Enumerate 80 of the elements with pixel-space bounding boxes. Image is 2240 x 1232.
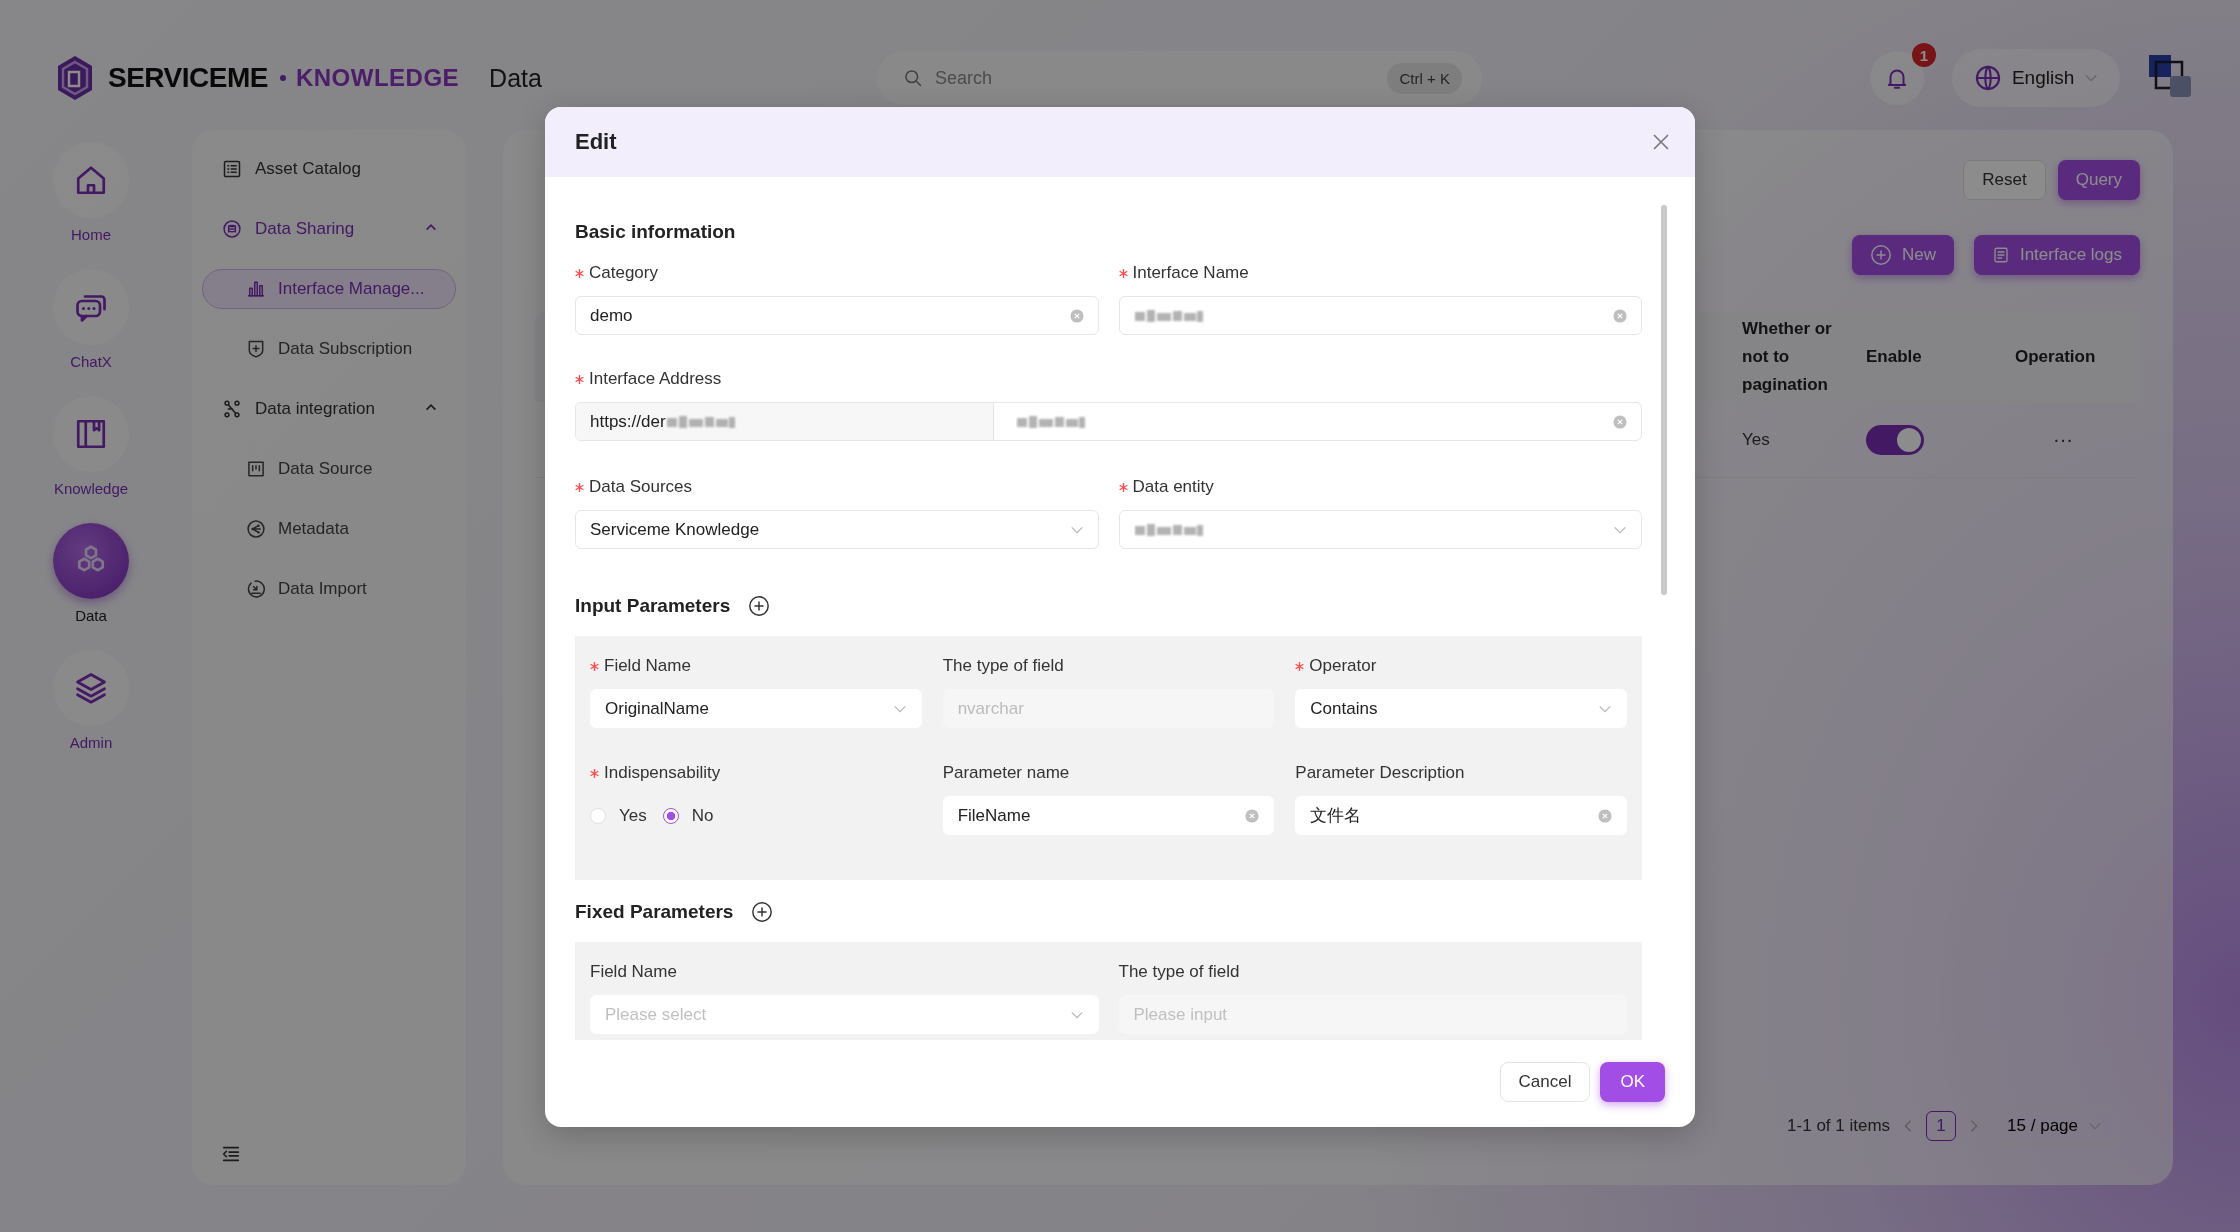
field-label: Data Sources bbox=[589, 477, 692, 497]
dropdown-field[interactable]: OriginalName bbox=[590, 689, 922, 728]
field-label: Parameter name bbox=[942, 763, 1070, 783]
radio-button[interactable]: No bbox=[662, 805, 714, 826]
share-icon bbox=[246, 519, 266, 539]
add-icon[interactable] bbox=[748, 595, 771, 617]
nav-button[interactable] bbox=[53, 523, 129, 599]
input-field[interactable] bbox=[1118, 296, 1642, 335]
globe-icon bbox=[1973, 64, 2002, 92]
section-title: Fixed Parameters bbox=[575, 901, 734, 923]
field-label: Field Name bbox=[604, 656, 691, 676]
page-title: Data bbox=[489, 63, 542, 93]
field-label: Field Name bbox=[590, 962, 677, 982]
cancel-button[interactable]: Cancel bbox=[1499, 1062, 1591, 1102]
section-title: Basic information bbox=[575, 221, 736, 243]
field-label: Indispensability bbox=[604, 763, 721, 783]
log-icon bbox=[1991, 246, 2010, 264]
reset-button[interactable]: Reset bbox=[1963, 160, 2046, 200]
menu-item[interactable]: Metadata bbox=[202, 509, 456, 549]
menu-item[interactable]: Interface Manage... bbox=[202, 269, 456, 309]
field-label: Data entity bbox=[1132, 477, 1214, 497]
column-header: Enable bbox=[1866, 346, 1923, 368]
panel-icon bbox=[246, 459, 266, 479]
page-button[interactable]: 1 bbox=[1926, 1111, 1957, 1141]
notification-badge: 1 bbox=[1911, 43, 1936, 67]
menu-item[interactable]: Data Subscription bbox=[202, 329, 456, 369]
field-label: Category bbox=[589, 263, 658, 283]
field-label: Operator bbox=[1309, 656, 1377, 676]
query-button[interactable]: Query bbox=[2057, 160, 2140, 200]
nav-label: Admin bbox=[69, 734, 113, 751]
shield-plus-icon bbox=[246, 339, 266, 359]
field-label: Parameter Description bbox=[1295, 763, 1465, 783]
radio-button[interactable]: Yes bbox=[590, 805, 647, 826]
bar-chart-icon bbox=[246, 279, 266, 299]
input-field[interactable]: https://der bbox=[575, 402, 1642, 441]
nav-label: Data bbox=[75, 607, 107, 624]
field-label: Interface Address bbox=[589, 369, 722, 389]
nav-label: Knowledge bbox=[53, 480, 129, 497]
field-label: Interface Name bbox=[1132, 263, 1249, 283]
new-button[interactable]: New bbox=[1851, 235, 1954, 275]
logo-icon bbox=[57, 55, 93, 101]
interface-logs-button[interactable]: Interface logs bbox=[1973, 235, 2140, 275]
nav-label: Home bbox=[71, 226, 111, 243]
menu-item[interactable]: Data Sharing bbox=[192, 199, 466, 259]
field-label: The type of field bbox=[1118, 962, 1240, 982]
database-icon bbox=[222, 219, 242, 239]
table-cell: Yes bbox=[1742, 429, 1770, 449]
add-icon[interactable] bbox=[751, 901, 774, 923]
dropdown-field[interactable]: Serviceme Knowledge bbox=[575, 510, 1099, 549]
column-header: Whether or not to pagination bbox=[1742, 318, 1833, 396]
column-header: Operation bbox=[2015, 346, 2097, 368]
input-field[interactable]: 文件名 bbox=[1295, 796, 1627, 835]
field-label: The type of field bbox=[942, 656, 1064, 676]
search-icon bbox=[902, 68, 923, 88]
dropdown-field[interactable]: Contains bbox=[1295, 689, 1627, 728]
input-field[interactable]: FileName bbox=[942, 796, 1275, 835]
enable-toggle[interactable] bbox=[1866, 424, 1924, 455]
more-actions-button[interactable]: ··· bbox=[2015, 428, 2073, 450]
nav-label: ChatX bbox=[70, 353, 112, 370]
menu-item[interactable]: Data Source bbox=[202, 449, 456, 489]
dropdown-field[interactable] bbox=[1118, 510, 1642, 549]
section-title: Input Parameters bbox=[575, 595, 731, 617]
logo-text: KNOWLEDGE bbox=[295, 64, 460, 92]
plus-icon[interactable] bbox=[1869, 244, 1892, 266]
pagination-summary: 1-1 of 1 items bbox=[1787, 1116, 1891, 1136]
input-field[interactable]: demo bbox=[575, 296, 1099, 335]
shortcut-hint: Ctrl + K bbox=[1387, 62, 1462, 94]
ok-button[interactable]: OK bbox=[1600, 1062, 1665, 1102]
list-icon bbox=[222, 159, 242, 179]
scrollbar-thumb[interactable] bbox=[1661, 205, 1667, 595]
logo-text: SERVICEME bbox=[108, 62, 268, 94]
menu-item[interactable]: Data Import bbox=[202, 569, 456, 609]
close-icon[interactable] bbox=[1651, 132, 1671, 152]
nodes-icon bbox=[222, 399, 242, 419]
page-size-select[interactable]: 15 / page bbox=[1992, 1107, 2117, 1145]
menu-item[interactable]: Asset Catalog bbox=[192, 139, 466, 199]
download-icon bbox=[246, 579, 266, 599]
layers-icon bbox=[73, 670, 109, 706]
dialog-title: Edit bbox=[575, 129, 618, 155]
menu-item[interactable]: Data integration bbox=[192, 379, 466, 439]
